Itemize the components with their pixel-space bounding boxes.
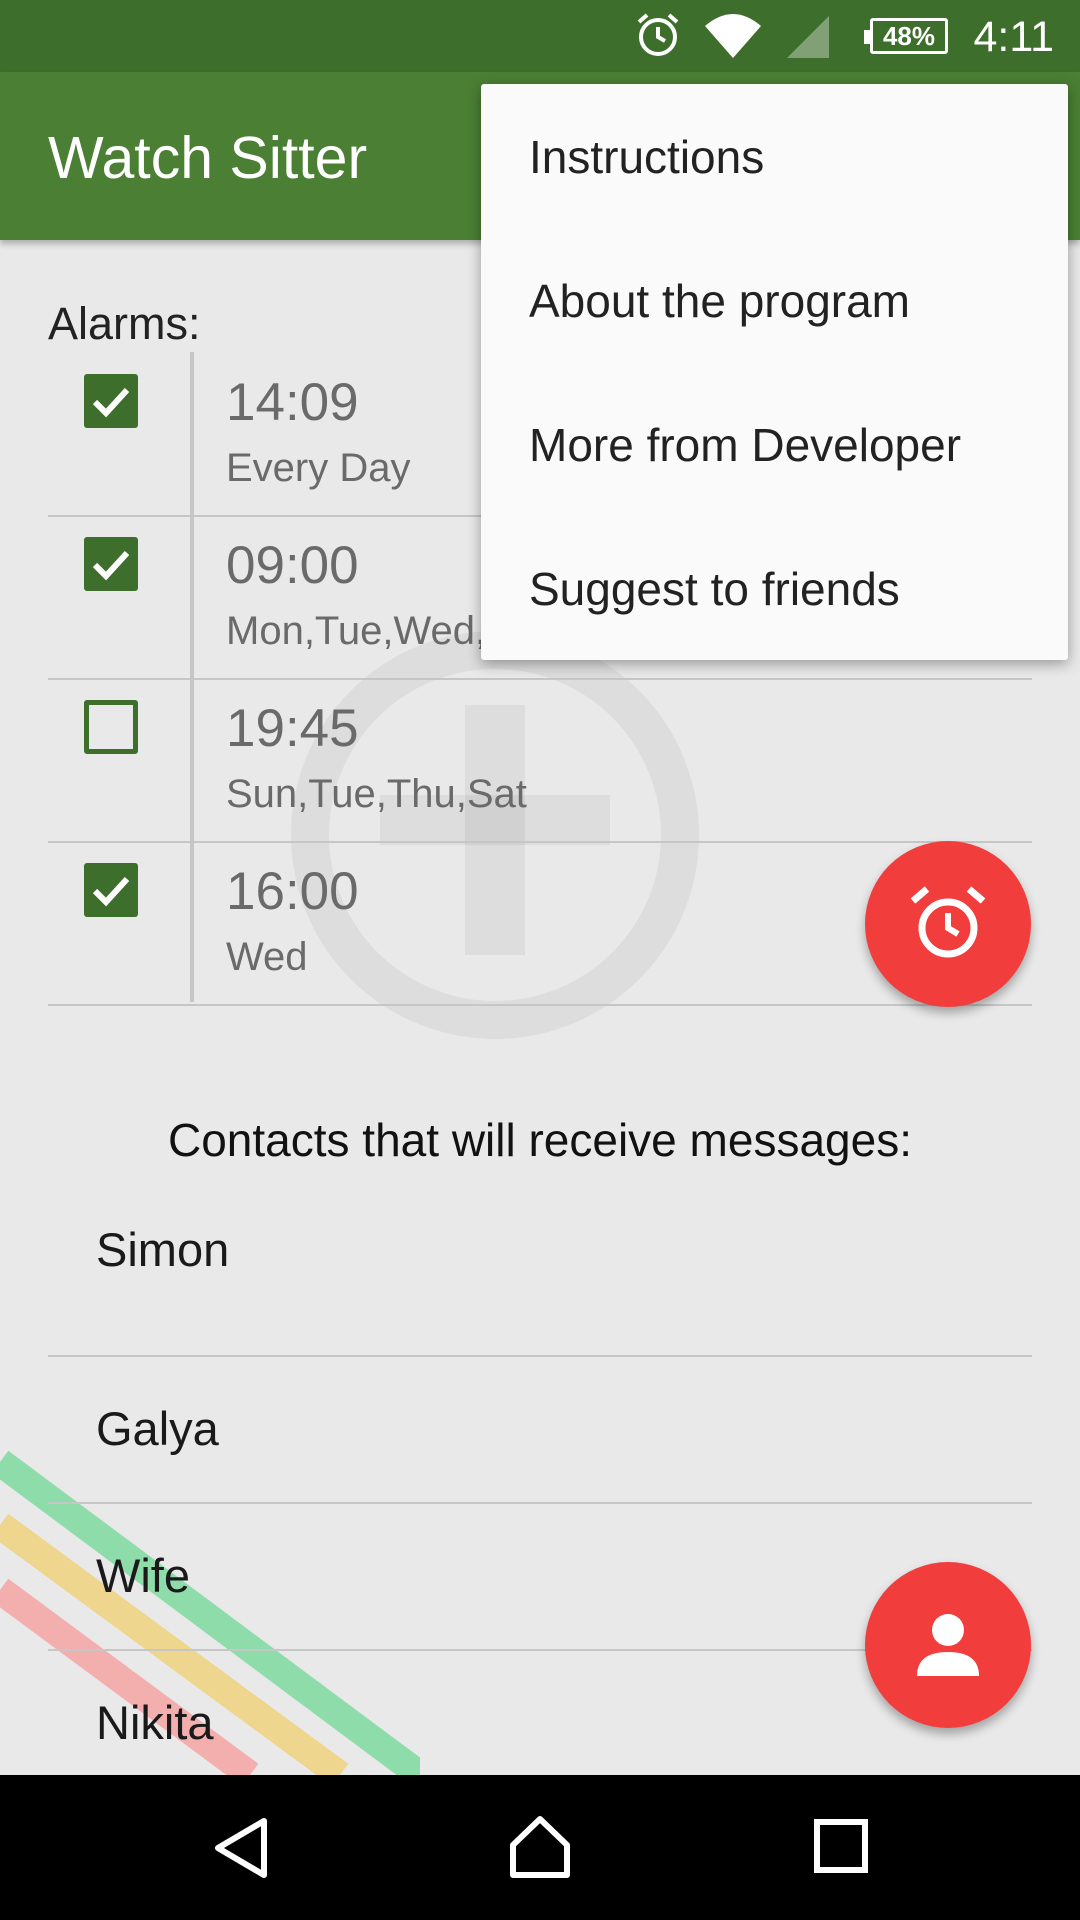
alarm-checkbox[interactable] [84,537,138,591]
alarm-checkbox[interactable] [84,700,138,754]
alarm-days: Sun,Tue,Thu,Sat [226,772,527,816]
app-title: Watch Sitter [48,125,368,191]
home-icon[interactable] [505,1811,575,1881]
contacts-label: Contacts that will receive messages: [168,1114,912,1166]
add-contact-button[interactable] [865,1562,1031,1728]
navigation-bar [0,1775,1080,1920]
menu-item-more-from-developer[interactable]: More from Developer [529,418,961,472]
status-time: 4:11 [973,13,1055,61]
alarm-time: 19:45 [226,699,359,758]
back-icon[interactable] [210,1815,272,1881]
contact-name: Nikita [96,1696,214,1749]
alarm-time: 14:09 [226,373,359,432]
add-alarm-button[interactable] [865,841,1031,1007]
alarm-time: 09:00 [226,536,359,595]
status-bar: 48% 4:11 [0,0,1080,72]
contact-name: Wife [96,1549,190,1602]
alarms-label: Alarms: [48,298,201,349]
alarm-days: Mon,Tue,Wed, [226,609,487,653]
contact-name: Galya [96,1402,219,1455]
contact-name: Simon [96,1223,230,1276]
check-icon [92,876,130,907]
alarm-time: 16:00 [226,862,359,921]
check-icon [92,387,130,418]
menu-item-about[interactable]: About the program [529,274,910,328]
alarm-days: Every Day [226,446,411,490]
alarm-icon [637,13,679,56]
alarm-checkbox[interactable] [84,863,138,917]
person-icon [917,1614,979,1676]
alarm-days: Wed [226,935,308,979]
alarm-row[interactable]: 19:45 Sun,Tue,Thu,Sat [48,678,1032,843]
contact-row[interactable]: Simon [48,1210,1032,1357]
alarm-checkbox[interactable] [84,374,138,428]
overflow-menu: Instructions About the program More from… [481,84,1068,660]
contact-row[interactable]: Galya [48,1357,1032,1504]
recents-icon[interactable] [813,1818,869,1874]
check-icon [92,550,130,581]
menu-item-suggest-to-friends[interactable]: Suggest to friends [529,562,900,616]
battery-indicator: 48% [864,18,948,54]
wifi-icon [705,14,761,58]
menu-item-instructions[interactable]: Instructions [529,130,764,184]
alarm-clock-icon [910,886,986,958]
signal-icon [787,16,829,58]
